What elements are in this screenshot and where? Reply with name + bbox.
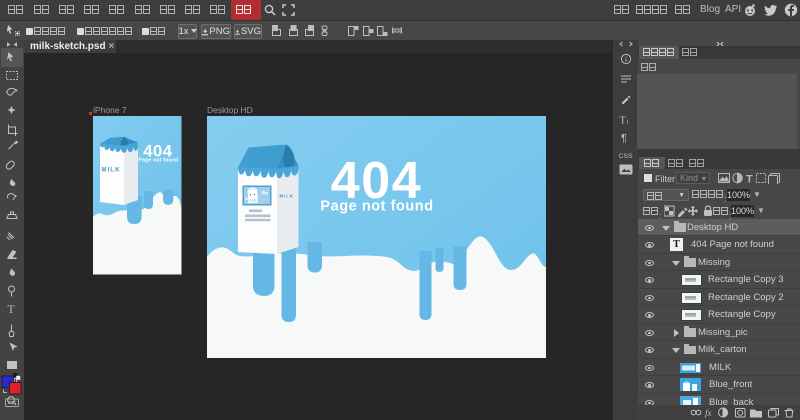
svg-text:T: T (746, 174, 753, 185)
svg-text:CSS: CSS (619, 153, 633, 160)
svg-text:T: T (620, 116, 627, 127)
svg-text:¶: ¶ (621, 133, 627, 145)
svg-text:i: i (627, 118, 629, 126)
svg-text:fx: fx (705, 408, 712, 418)
svg-text:MILK: MILK (279, 194, 293, 199)
svg-text:T: T (8, 304, 15, 316)
svg-text:MILK: MILK (102, 168, 121, 174)
svg-text:Page not found: Page not found (139, 158, 179, 164)
svg-text:Page not found: Page not found (320, 199, 433, 215)
